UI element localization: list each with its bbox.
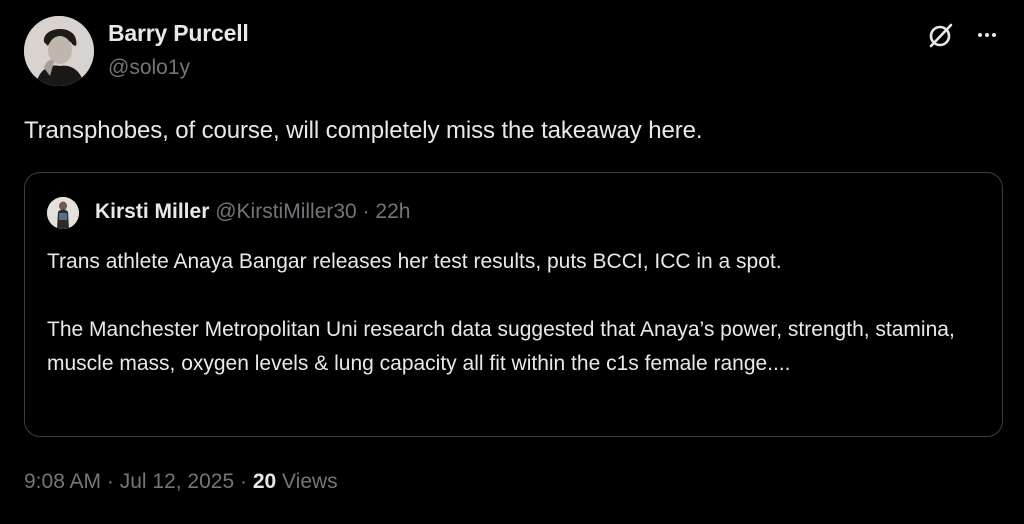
more-dot <box>985 33 989 37</box>
profile-photo-icon <box>24 16 94 86</box>
tweet: Barry Purcell @solo1y Transphobes, of co… <box>0 0 1024 524</box>
quoted-paragraph-2: The Manchester Metropolitan Uni research… <box>47 318 955 375</box>
quoted-author-avatar[interactable] <box>47 197 79 229</box>
more-dot <box>992 33 996 37</box>
quoted-tweet-header: Kirsti Miller @KirstiMiller30 · 22h <box>95 200 410 224</box>
quoted-time[interactable]: 22h <box>375 200 410 223</box>
author-avatar[interactable] <box>24 16 94 86</box>
views-label: Views <box>282 470 338 493</box>
quoted-paragraph-1: Trans athlete Anaya Bangar releases her … <box>47 250 782 273</box>
tweet-timestamp[interactable]: 9:08 AM · Jul 12, 2025 <box>24 470 234 493</box>
author-handle[interactable]: @solo1y <box>108 56 190 80</box>
quoted-display-name[interactable]: Kirsti Miller <box>95 200 209 223</box>
tweet-meta: 9:08 AM · Jul 12, 2025 · 20 Views <box>24 470 338 494</box>
quoted-separator: · <box>362 200 370 223</box>
quoted-profile-photo-icon <box>47 197 79 229</box>
author-display-name[interactable]: Barry Purcell <box>108 20 249 47</box>
quoted-tweet-body: Trans athlete Anaya Bangar releases her … <box>47 245 987 381</box>
more-dot <box>978 33 982 37</box>
meta-separator: · <box>239 470 247 493</box>
more-icon[interactable] <box>972 20 1002 50</box>
grok-icon[interactable] <box>926 20 956 50</box>
quoted-handle[interactable]: @KirstiMiller30 <box>215 200 357 223</box>
tweet-text: Transphobes, of course, will completely … <box>24 117 703 144</box>
views-count: 20 <box>252 470 277 493</box>
quoted-tweet-card[interactable]: Kirsti Miller @KirstiMiller30 · 22h Tran… <box>24 172 1003 437</box>
